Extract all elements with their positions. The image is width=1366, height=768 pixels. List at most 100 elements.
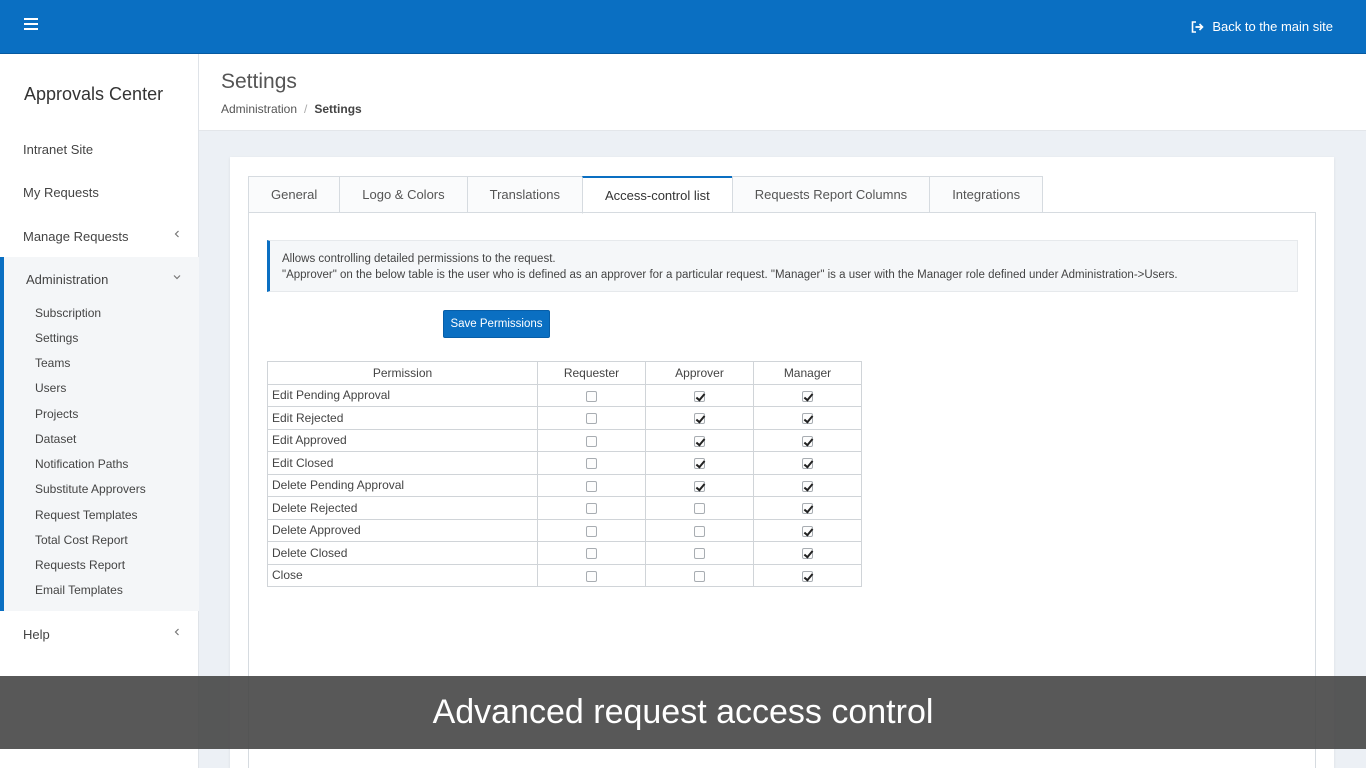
requester-checkbox[interactable] xyxy=(586,503,597,515)
requester-checkbox[interactable] xyxy=(586,570,597,582)
manager-checkbox[interactable] xyxy=(802,503,813,515)
table-row: Close xyxy=(267,563,862,587)
tab-general[interactable]: General xyxy=(248,176,340,213)
manager-checkbox[interactable] xyxy=(802,413,813,425)
requester-checkbox[interactable] xyxy=(586,548,597,560)
sidebar-item-help[interactable]: Help xyxy=(0,619,199,649)
requester-checkbox[interactable] xyxy=(586,435,597,447)
breadcrumb-administration[interactable]: Administration xyxy=(221,102,297,116)
sidebar-subitem-notification-paths[interactable]: Notification Paths xyxy=(35,455,128,473)
requester-checkbox[interactable] xyxy=(586,413,597,425)
sidebar-subitem-subscription[interactable]: Subscription xyxy=(35,304,101,322)
permission-cell-approver xyxy=(645,496,754,520)
permission-cell-manager xyxy=(753,563,862,587)
sidebar-subitem-substitute-approvers[interactable]: Substitute Approvers xyxy=(35,480,146,498)
table-row: Edit Rejected xyxy=(267,406,862,430)
permission-cell-manager xyxy=(753,541,862,565)
sidebar-subitem-projects[interactable]: Projects xyxy=(35,405,78,423)
sidebar-subitem-requests-report[interactable]: Requests Report xyxy=(35,556,125,574)
permission-name: Delete Rejected xyxy=(267,496,538,520)
page-title: Settings xyxy=(221,70,297,93)
sidebar-group-administration: Administration Subscription Settings Tea… xyxy=(0,257,199,611)
permission-name: Close xyxy=(267,563,538,587)
tab-access-control-list[interactable]: Access-control list xyxy=(581,176,732,214)
sidebar-subitem-request-templates[interactable]: Request Templates xyxy=(35,506,138,524)
permission-cell-manager xyxy=(753,473,862,497)
approver-checkbox[interactable] xyxy=(694,413,705,425)
permission-cell-requester xyxy=(537,496,646,520)
requester-checkbox[interactable] xyxy=(586,480,597,492)
chevron-left-icon xyxy=(174,230,179,238)
save-permissions-button[interactable]: Save Permissions xyxy=(443,310,550,338)
content-header: Settings Administration / Settings xyxy=(199,54,1366,131)
table-row: Edit Approved xyxy=(267,428,862,452)
manager-checkbox[interactable] xyxy=(802,548,813,560)
sidebar-item-label: Help xyxy=(23,626,50,642)
approver-checkbox[interactable] xyxy=(694,503,705,515)
sidebar-item-my-requests[interactable]: My Requests xyxy=(0,177,199,207)
tab-integrations[interactable]: Integrations xyxy=(929,176,1044,213)
column-header-approver: Approver xyxy=(645,361,754,385)
sidebar-subitem-settings[interactable]: Settings xyxy=(35,329,78,347)
requester-checkbox[interactable] xyxy=(586,525,597,537)
chevron-down-icon xyxy=(173,275,181,280)
approver-checkbox[interactable] xyxy=(694,570,705,582)
permission-cell-approver xyxy=(645,406,754,430)
manager-checkbox[interactable] xyxy=(802,525,813,537)
tab-logo-colors[interactable]: Logo & Colors xyxy=(339,176,467,213)
permission-name: Edit Pending Approval xyxy=(267,383,538,407)
column-header-requester: Requester xyxy=(537,361,646,385)
requester-checkbox[interactable] xyxy=(586,390,597,402)
info-line-1: Allows controlling detailed permissions … xyxy=(282,253,556,265)
sidebar: Approvals Center Intranet Site My Reques… xyxy=(0,54,199,768)
permission-name: Delete Pending Approval xyxy=(267,473,538,497)
approver-checkbox[interactable] xyxy=(694,480,705,492)
table-row: Delete Approved xyxy=(267,518,862,542)
manager-checkbox[interactable] xyxy=(802,480,813,492)
approver-checkbox[interactable] xyxy=(694,435,705,447)
back-to-main-site-link[interactable]: Back to the main site xyxy=(1191,19,1333,34)
tab-translations[interactable]: Translations xyxy=(466,176,582,213)
sidebar-subitem-email-templates[interactable]: Email Templates xyxy=(35,581,123,599)
sidebar-item-intranet-site[interactable]: Intranet Site xyxy=(0,134,199,164)
promo-caption: Advanced request access control xyxy=(0,676,1366,749)
approver-checkbox[interactable] xyxy=(694,548,705,560)
sidebar-item-label: Administration xyxy=(26,271,109,287)
table-row: Delete Pending Approval xyxy=(267,473,862,497)
permission-cell-manager xyxy=(753,451,862,475)
hamburger-menu-icon[interactable] xyxy=(24,18,38,30)
column-header-permission: Permission xyxy=(267,361,538,385)
top-navbar: Back to the main site xyxy=(0,0,1366,54)
column-header-manager: Manager xyxy=(753,361,862,385)
permission-name: Edit Rejected xyxy=(267,406,538,430)
manager-checkbox[interactable] xyxy=(802,458,813,470)
sidebar-item-administration[interactable]: Administration xyxy=(0,264,199,294)
sidebar-item-manage-requests[interactable]: Manage Requests xyxy=(0,221,199,251)
approver-checkbox[interactable] xyxy=(694,390,705,402)
permission-cell-approver xyxy=(645,451,754,475)
manager-checkbox[interactable] xyxy=(802,390,813,402)
approver-checkbox[interactable] xyxy=(694,458,705,470)
breadcrumb-separator: / xyxy=(304,102,308,116)
tab-requests-report-columns[interactable]: Requests Report Columns xyxy=(731,176,930,213)
table-row: Edit Pending Approval xyxy=(267,383,862,407)
permission-name: Edit Approved xyxy=(267,428,538,452)
requester-checkbox[interactable] xyxy=(586,458,597,470)
manager-checkbox[interactable] xyxy=(802,570,813,582)
manager-checkbox[interactable] xyxy=(802,435,813,447)
sidebar-subitem-dataset[interactable]: Dataset xyxy=(35,430,76,448)
permission-name: Delete Approved xyxy=(267,518,538,542)
permission-cell-manager xyxy=(753,383,862,407)
approver-checkbox[interactable] xyxy=(694,525,705,537)
permission-cell-approver xyxy=(645,428,754,452)
table-row: Delete Rejected xyxy=(267,496,862,520)
breadcrumb: Administration / Settings xyxy=(221,102,362,116)
sidebar-subitem-total-cost-report[interactable]: Total Cost Report xyxy=(35,531,128,549)
permission-cell-manager xyxy=(753,518,862,542)
permissions-table-body: Edit Pending Approval Edit Rejected Edit A… xyxy=(267,383,862,587)
sidebar-subitem-users[interactable]: Users xyxy=(35,379,66,397)
permission-cell-approver xyxy=(645,383,754,407)
app-brand: Approvals Center xyxy=(24,84,164,104)
sidebar-subitem-teams[interactable]: Teams xyxy=(35,354,70,372)
permission-cell-approver xyxy=(645,541,754,565)
